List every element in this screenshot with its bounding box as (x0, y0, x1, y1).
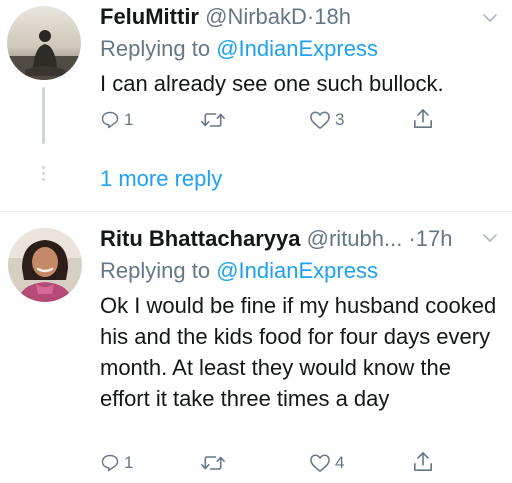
display-name[interactable]: FeluMittir (100, 4, 199, 29)
like-button[interactable]: 3 (309, 110, 344, 130)
share-button[interactable] (413, 451, 433, 473)
reply-count: 1 (124, 453, 134, 472)
reply-button[interactable]: 1 (100, 453, 133, 473)
avatar[interactable] (8, 228, 82, 302)
retweet-button[interactable] (201, 453, 229, 473)
reply-count: 1 (124, 110, 134, 129)
tweet-header: FeluMittir @NirbakD·18h (100, 4, 351, 30)
tweet-text: I can already see one such bullock. (100, 71, 444, 96)
divider (0, 211, 512, 212)
avatar[interactable] (7, 6, 81, 80)
chevron-down-icon[interactable] (482, 13, 498, 23)
mention-link[interactable]: @IndianExpress (216, 258, 378, 283)
tweet-time[interactable]: 17h (416, 226, 453, 251)
thread-line (42, 87, 45, 144)
like-count: 4 (335, 453, 345, 472)
retweet-icon (201, 456, 225, 470)
heart-icon (310, 111, 330, 129)
more-replies-dots (42, 166, 46, 181)
like-count: 3 (335, 110, 345, 129)
tweet-time[interactable]: 18h (314, 4, 351, 29)
share-icon (414, 109, 432, 128)
user-handle[interactable]: @NirbakD (205, 4, 307, 29)
display-name[interactable]: Ritu Bhattacharyya (100, 226, 301, 251)
retweet-icon (201, 113, 225, 127)
share-icon (414, 452, 432, 471)
retweet-button[interactable] (201, 110, 229, 130)
mention-link[interactable]: @IndianExpress (216, 36, 378, 61)
replying-to: Replying to @IndianExpress (100, 258, 378, 284)
user-handle[interactable]: @ritubh... (307, 226, 403, 251)
replying-to: Replying to @IndianExpress (100, 36, 378, 62)
chevron-down-icon[interactable] (482, 233, 498, 243)
more-replies-link[interactable]: 1 more reply (100, 166, 222, 192)
tweet-header: Ritu Bhattacharyya @ritubh... ·17h (100, 226, 453, 252)
reply-icon (101, 454, 119, 472)
separator: · (408, 226, 416, 251)
replying-prefix: Replying to (100, 258, 211, 283)
share-button[interactable] (413, 108, 433, 130)
heart-icon (310, 454, 330, 472)
replying-prefix: Replying to (100, 36, 211, 61)
reply-icon (101, 111, 119, 129)
tweet-text: Ok I would be fine if my husband cooked … (100, 293, 497, 411)
like-button[interactable]: 4 (309, 453, 344, 473)
reply-button[interactable]: 1 (100, 110, 133, 130)
